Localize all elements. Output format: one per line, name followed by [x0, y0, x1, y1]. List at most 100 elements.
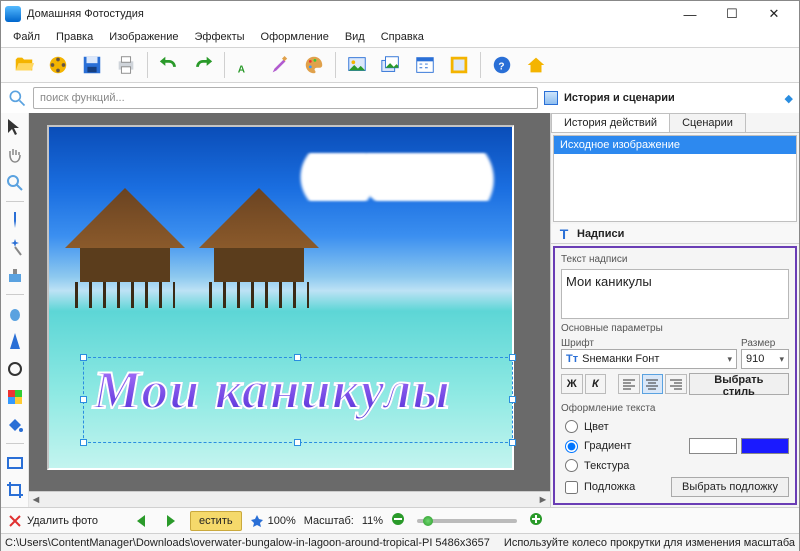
font-label: Шрифт [561, 338, 737, 349]
scale-label: Масштаб: [304, 515, 354, 527]
menubar: Файл Правка Изображение Эффекты Оформлен… [1, 27, 799, 47]
opt-gradient[interactable]: Градиент [565, 438, 789, 454]
brush-button[interactable] [265, 50, 295, 80]
delete-photo-button[interactable]: Удалить фото [7, 513, 98, 529]
status-hint: Используйте колесо прокрутки для изменен… [504, 537, 795, 549]
gradient-to-color[interactable] [741, 438, 789, 454]
opt-texture[interactable]: Текстура [565, 459, 789, 472]
tab-scenarios[interactable]: Сценарии [669, 113, 746, 132]
menu-file[interactable]: Файл [5, 29, 48, 45]
pictures-button[interactable] [376, 50, 406, 80]
zoom-100-button[interactable]: 100% [250, 514, 296, 528]
menu-image[interactable]: Изображение [101, 29, 186, 45]
next-photo-button[interactable] [162, 513, 182, 529]
bold-button[interactable]: Ж [561, 374, 583, 394]
undo-button[interactable] [154, 50, 184, 80]
hand-tool[interactable] [5, 145, 25, 165]
gradient-from-color[interactable] [689, 438, 737, 454]
choose-style-button[interactable]: Выбрать стиль [689, 373, 789, 395]
h-scrollbar[interactable]: ◄► [29, 491, 550, 507]
scale-value: 11% [362, 515, 383, 527]
opt-color[interactable]: Цвет [565, 420, 789, 433]
decor-label: Оформление текста [561, 403, 789, 414]
zoom-out-button[interactable] [391, 512, 405, 529]
redo-button[interactable] [188, 50, 218, 80]
menu-effects[interactable]: Эффекты [187, 29, 253, 45]
dodge-tool[interactable] [5, 359, 25, 379]
search-input[interactable] [33, 87, 538, 109]
menu-view[interactable]: Вид [337, 29, 373, 45]
size-label: Размер [741, 338, 789, 349]
tab-history[interactable]: История действий [551, 113, 670, 132]
fit-button[interactable]: естить [190, 511, 242, 531]
help-button[interactable]: ? [487, 50, 517, 80]
menu-edit[interactable]: Правка [48, 29, 101, 45]
app-icon [5, 6, 21, 22]
bottom-bar: Удалить фото естить 100% Масштаб: 11% [1, 507, 799, 533]
history-item[interactable]: Исходное изображение [554, 136, 796, 154]
prev-photo-button[interactable] [134, 513, 154, 529]
menu-help[interactable]: Справка [373, 29, 432, 45]
wand-tool[interactable] [5, 238, 25, 258]
right-panel: История действий Сценарии Исходное изобр… [550, 113, 799, 507]
search-row: История и сценарии ◆ [1, 83, 799, 113]
search-icon [7, 88, 27, 108]
canvas-area[interactable]: Мои каникулы ◄► [29, 113, 550, 507]
close-button[interactable]: ✕ [753, 1, 795, 27]
main-toolbar: A ? [1, 47, 799, 83]
maximize-button[interactable]: ☐ [711, 1, 753, 27]
choose-underlay-button[interactable]: Выбрать подложку [671, 477, 789, 497]
color-tool[interactable] [5, 387, 25, 407]
zoom-slider[interactable] [417, 519, 517, 523]
menu-design[interactable]: Оформление [253, 29, 337, 45]
font-select[interactable]: Tт Sнеманки Fонт ▾ [561, 349, 737, 369]
titlebar: Домашняя Фотостудия — ☐ ✕ [1, 1, 799, 27]
size-select[interactable]: 910▾ [741, 349, 789, 369]
align-left-button[interactable] [618, 374, 640, 394]
save-button[interactable] [77, 50, 107, 80]
zoom-tool[interactable] [5, 173, 25, 193]
sharpen-tool[interactable] [5, 331, 25, 351]
picture-button[interactable] [342, 50, 372, 80]
pin-icon[interactable]: ◆ [785, 92, 793, 105]
palette-button[interactable] [299, 50, 329, 80]
text-label: Текст надписи [561, 254, 789, 265]
italic-button[interactable]: К [585, 374, 607, 394]
history-icon [544, 91, 558, 105]
pointer-tool[interactable] [5, 117, 25, 137]
reel-button[interactable] [43, 50, 73, 80]
history-list[interactable]: Исходное изображение [553, 135, 797, 222]
zoom-in-button[interactable] [529, 512, 543, 529]
opt-underlay[interactable]: Подложка Выбрать подложку [565, 477, 789, 497]
window-title: Домашняя Фотостудия [27, 8, 669, 20]
align-center-button[interactable] [642, 374, 664, 394]
home-button[interactable] [521, 50, 551, 80]
fill-tool[interactable] [5, 415, 25, 435]
frame-button[interactable] [444, 50, 474, 80]
align-right-button[interactable] [665, 374, 687, 394]
minimize-button[interactable]: — [669, 1, 711, 27]
clone-tool[interactable] [5, 266, 25, 286]
blur-tool[interactable] [5, 303, 25, 323]
image-canvas[interactable]: Мои каникулы [47, 125, 514, 470]
brush-tool[interactable] [5, 210, 25, 230]
svg-text:?: ? [498, 62, 504, 73]
captions-panel-body: Текст надписи Мои каникулы Основные пара… [553, 246, 797, 505]
params-label: Основные параметры [561, 323, 789, 334]
text-button[interactable]: A [231, 50, 261, 80]
shape-tool[interactable] [5, 452, 25, 472]
status-path: C:\Users\ContentManager\Downloads\overwa… [5, 537, 490, 549]
captions-panel-header[interactable]: T Надписи [551, 224, 799, 244]
calendar-button[interactable] [410, 50, 440, 80]
text-icon: T [557, 227, 571, 241]
print-button[interactable] [111, 50, 141, 80]
svg-text:A: A [238, 64, 246, 75]
status-bar: C:\Users\ContentManager\Downloads\overwa… [1, 533, 799, 551]
history-panel-title: История и сценарии [564, 92, 675, 104]
crop-tool[interactable] [5, 480, 25, 500]
text-selection[interactable] [83, 357, 513, 443]
caption-text-input[interactable]: Мои каникулы [561, 269, 789, 319]
open-button[interactable] [9, 50, 39, 80]
left-toolbar [1, 113, 29, 507]
history-tabs: История действий Сценарии [551, 113, 799, 133]
